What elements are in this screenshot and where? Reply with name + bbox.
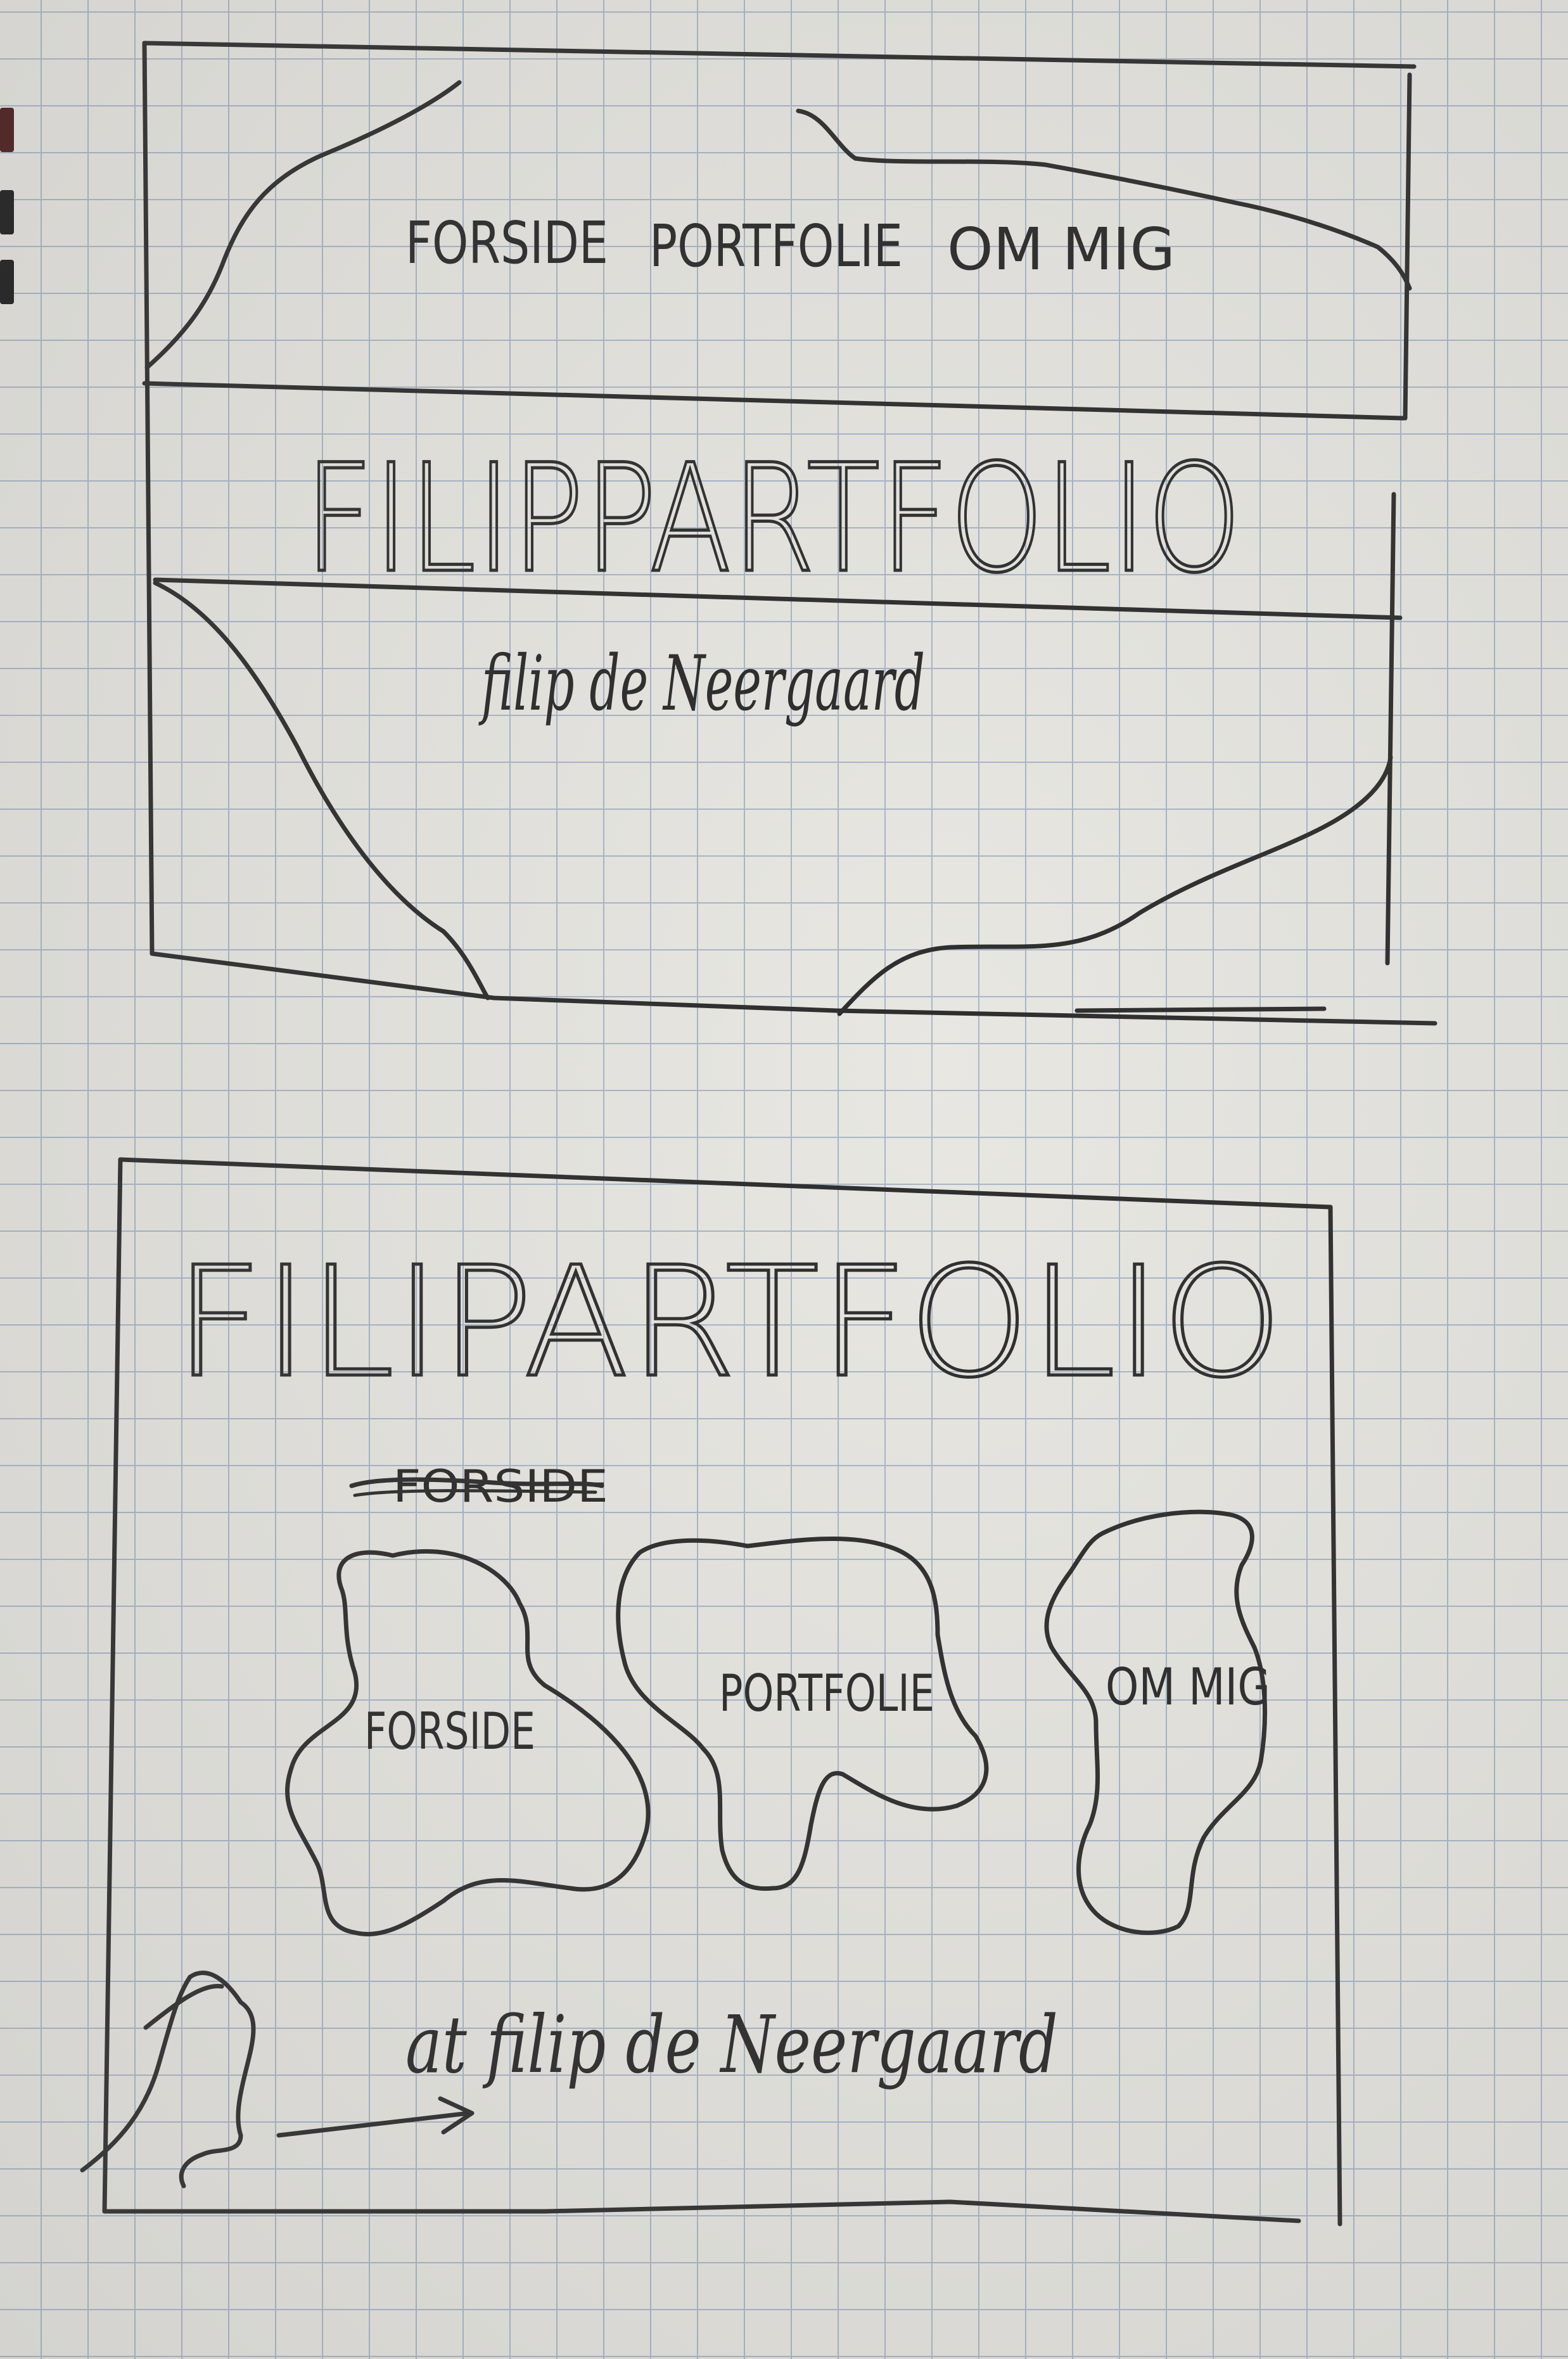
menu-blob-portfolie[interactable]: PORTFOLIE bbox=[616, 1536, 989, 1891]
svg-text:FORSIDE: FORSIDE bbox=[393, 1461, 608, 1512]
menu-label-portfolie[interactable]: PORTFOLIE bbox=[719, 1664, 934, 1723]
nav-item-om-mig[interactable]: OM MIG bbox=[947, 215, 1175, 283]
sketch-1-title: FILIPPARTFOLIO bbox=[304, 433, 1242, 606]
sketch-2-title: FILIPARTFOLIO bbox=[174, 1234, 1283, 1411]
struck-out-label: FORSIDE bbox=[349, 1461, 608, 1512]
sketch-1-author: filip de Neergaard bbox=[478, 640, 925, 728]
menu-label-om-mig[interactable]: OM MIG bbox=[1106, 1658, 1270, 1717]
arrow-icon bbox=[276, 2096, 475, 2138]
menu-label-forside[interactable]: FORSIDE bbox=[364, 1702, 535, 1761]
menu-blob-forside[interactable]: FORSIDE bbox=[285, 1549, 651, 1937]
sketch-1-nav: FORSIDE PORTFOLIE OM MIG bbox=[405, 209, 1175, 283]
nav-item-portfolie[interactable]: PORTFOLIE bbox=[649, 212, 903, 280]
nav-item-forside[interactable]: FORSIDE bbox=[405, 209, 608, 277]
sketch-canvas: FORSIDE PORTFOLIE OM MIG FILIPPARTFOLIO … bbox=[80, 41, 1437, 2227]
sketch-2-footer: at filip de Neergaard bbox=[405, 1999, 1058, 2091]
menu-blob-om-mig[interactable]: OM MIG bbox=[1044, 1509, 1270, 1935]
